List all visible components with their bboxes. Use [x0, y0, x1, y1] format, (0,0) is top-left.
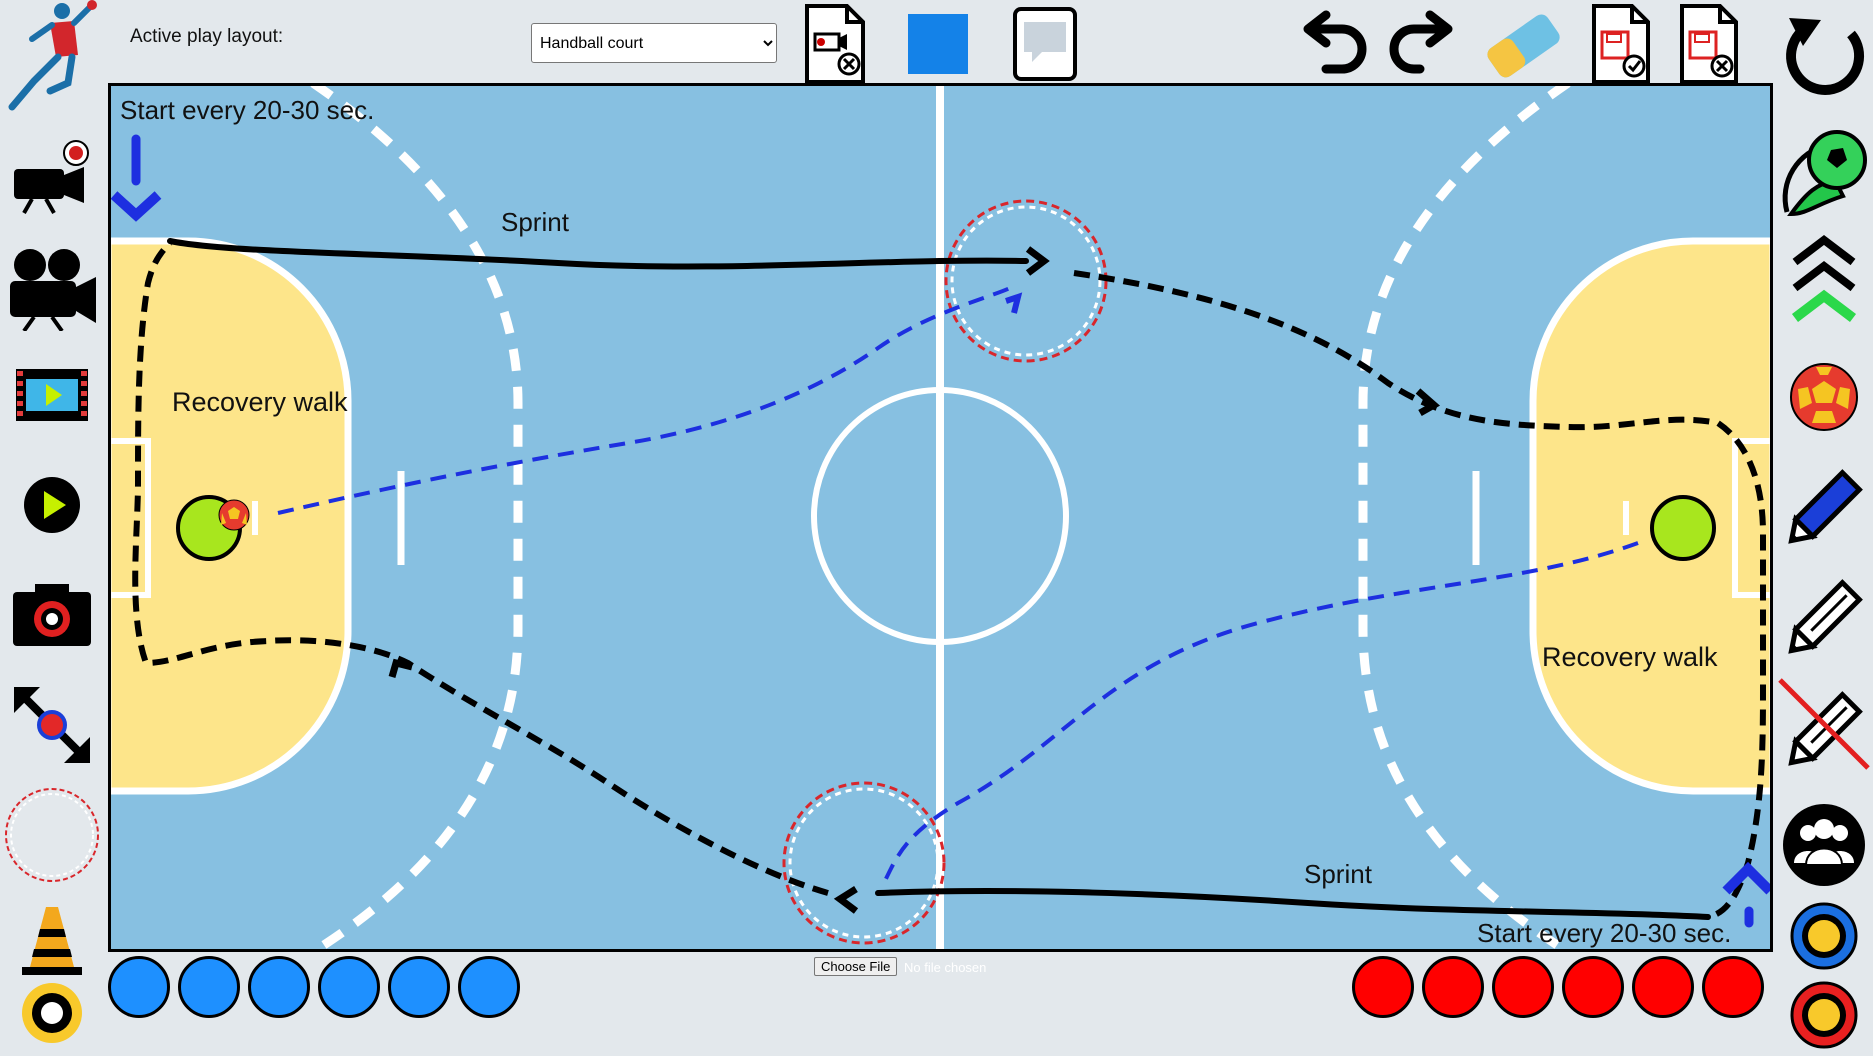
red-player-token[interactable]	[1492, 956, 1554, 1018]
erase-pen-icon	[1778, 678, 1870, 770]
layout-label: Active play layout:	[130, 26, 284, 47]
play-button[interactable]	[4, 460, 100, 550]
yellow-red-ring-button[interactable]	[1776, 976, 1872, 1054]
start-note-top: Start every 20-30 sec.	[120, 95, 374, 125]
black-pen-button[interactable]	[1776, 568, 1872, 668]
chevrons-up-button[interactable]	[1776, 230, 1872, 330]
delete-recording-button[interactable]	[800, 4, 870, 84]
movie-camera-button[interactable]	[4, 244, 100, 334]
sprint-label-bottom: Sprint	[1304, 859, 1373, 889]
reset-button[interactable]	[1776, 12, 1872, 102]
circle-marker-icon	[5, 788, 99, 882]
right-ball-position[interactable]	[1650, 495, 1716, 561]
red-player-token[interactable]	[1632, 956, 1694, 1018]
undo-button[interactable]	[1296, 4, 1372, 84]
delete-recording-icon	[805, 4, 865, 84]
delete-file-button[interactable]	[1676, 4, 1742, 84]
ring-button[interactable]	[4, 972, 100, 1054]
handball-court[interactable]: Start every 20-30 sec. Start every 20-30…	[108, 83, 1773, 952]
soccer-ball-icon	[1782, 130, 1867, 217]
save-file-icon	[1592, 4, 1650, 84]
handball-icon	[1790, 363, 1858, 431]
ring-icon	[22, 983, 82, 1043]
blue-pen-button[interactable]	[1776, 458, 1872, 558]
save-file-button[interactable]	[1588, 4, 1654, 84]
team-icon	[1783, 804, 1865, 886]
play-icon	[24, 477, 80, 533]
sprint-label-top: Sprint	[501, 207, 570, 237]
red-player-token[interactable]	[1562, 956, 1624, 1018]
color-swatch	[908, 14, 968, 74]
layout-select[interactable]: Handball court	[531, 23, 777, 63]
red-player-token[interactable]	[1702, 956, 1764, 1018]
camera-button[interactable]	[4, 570, 100, 660]
red-player-token[interactable]	[1352, 956, 1414, 1018]
color-swatch-button[interactable]	[906, 4, 970, 84]
chevrons-up-icon	[1791, 234, 1857, 322]
soccer-ball-button[interactable]	[1776, 122, 1872, 222]
yellow-red-ring-icon	[1790, 981, 1858, 1049]
choose-file-button[interactable]: Choose File	[814, 957, 898, 976]
blue-player-token[interactable]	[388, 956, 450, 1018]
film-strip-icon	[16, 369, 88, 421]
recovery-label-left: Recovery walk	[172, 387, 348, 417]
undo-icon	[1303, 10, 1367, 74]
handball-on-court[interactable]	[218, 499, 250, 531]
text-note-button[interactable]	[1010, 4, 1080, 84]
speech-bubble-icon	[1013, 7, 1077, 81]
handball-button[interactable]	[1776, 352, 1872, 442]
redo-icon	[1389, 10, 1453, 74]
blue-player-token[interactable]	[458, 956, 520, 1018]
eraser-button[interactable]	[1476, 4, 1566, 84]
black-pen-icon	[1788, 579, 1863, 654]
file-status: No file chosen	[904, 960, 987, 975]
resize-button[interactable]	[4, 680, 100, 770]
circle-marker-button[interactable]	[4, 788, 100, 882]
yellow-blue-ring-icon	[1790, 902, 1858, 970]
reset-icon	[1786, 18, 1865, 95]
erase-pen-button[interactable]	[1776, 676, 1872, 780]
film-strip-button[interactable]	[4, 350, 100, 440]
blue-player-token[interactable]	[178, 956, 240, 1018]
redo-button[interactable]	[1384, 4, 1460, 84]
cone-icon	[22, 907, 82, 975]
blue-pen-icon	[1788, 469, 1863, 544]
resize-icon	[14, 687, 90, 763]
app-logo	[4, 0, 100, 111]
recovery-label-right: Recovery walk	[1542, 642, 1718, 672]
movie-camera-icon	[10, 249, 96, 331]
red-player-token[interactable]	[1422, 956, 1484, 1018]
handball-player-logo	[8, 0, 97, 111]
yellow-blue-ring-button[interactable]	[1776, 896, 1872, 976]
start-note-bottom: Start every 20-30 sec.	[1477, 918, 1731, 948]
delete-file-icon	[1680, 4, 1738, 84]
eraser-icon	[1487, 14, 1560, 78]
record-video-icon	[14, 140, 89, 214]
team-button[interactable]	[1776, 800, 1872, 890]
blue-player-token[interactable]	[318, 956, 380, 1018]
record-video-button[interactable]	[4, 132, 100, 222]
camera-icon	[13, 584, 91, 646]
blue-player-token[interactable]	[108, 956, 170, 1018]
blue-player-token[interactable]	[248, 956, 310, 1018]
